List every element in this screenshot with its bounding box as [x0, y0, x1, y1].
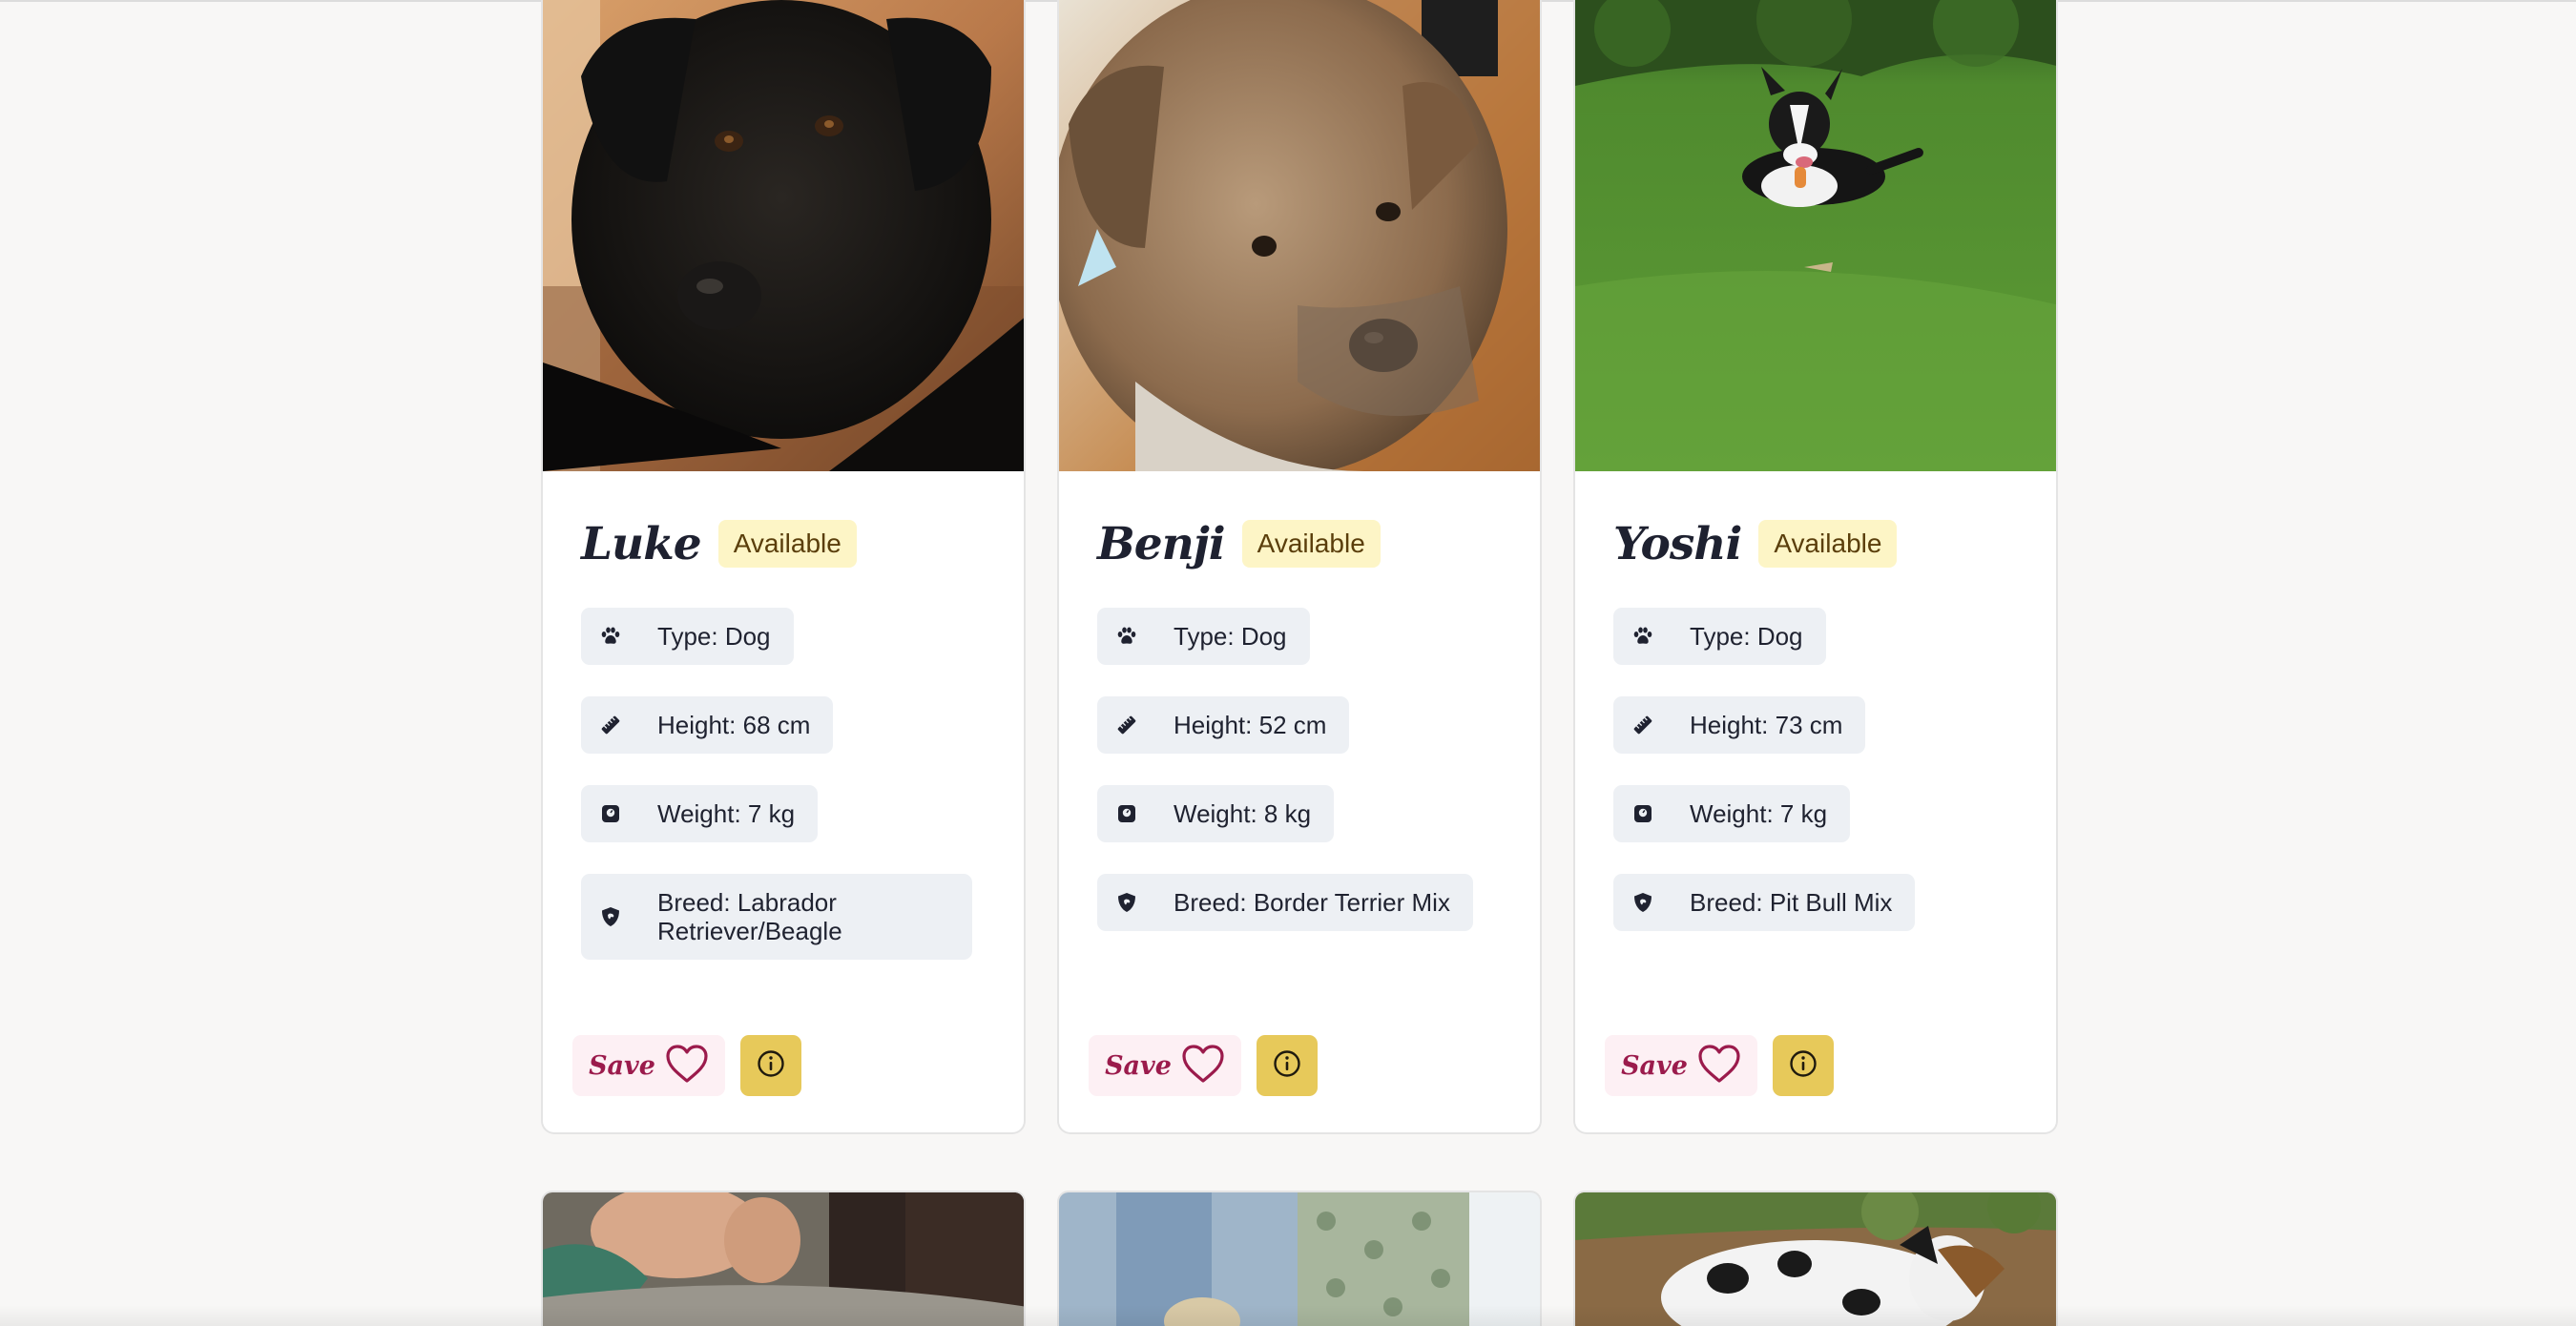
terrier-dog-photo [1059, 0, 1540, 471]
ruler-icon [1112, 711, 1141, 739]
height-text: Height: 73 cm [1690, 711, 1843, 739]
scale-icon [1629, 799, 1657, 828]
status-badge: Available [1241, 520, 1381, 568]
type-text: Type: Dog [657, 622, 771, 651]
info-circle-icon [1789, 1049, 1818, 1082]
weight-chip: Weight: 7 kg [581, 785, 819, 842]
info-button[interactable] [1773, 1035, 1834, 1096]
heart-outline-icon [1697, 1044, 1741, 1088]
info-button[interactable] [740, 1035, 801, 1096]
paw-icon [1112, 622, 1141, 651]
save-button[interactable]: Save [1605, 1035, 1757, 1096]
scale-icon [596, 799, 625, 828]
status-badge: Available [717, 520, 857, 568]
heart-outline-icon [1181, 1044, 1225, 1088]
save-button[interactable]: Save [572, 1035, 725, 1096]
pet-name: Yoshi [1613, 517, 1742, 570]
info-button[interactable] [1257, 1035, 1318, 1096]
type-chip: Type: Dog [1613, 608, 1826, 665]
info-circle-icon [1273, 1049, 1301, 1082]
pet-name-row: Benji Available [1097, 510, 1381, 577]
breed-text: Breed: Border Terrier Mix [1174, 888, 1450, 917]
pet-card: Benji Available Type: Dog Height: 52 cm … [1057, 0, 1542, 1134]
bottom-shadow [0, 1305, 2576, 1326]
breed-text: Breed: Pit Bull Mix [1690, 888, 1893, 917]
save-label: Save [1621, 1050, 1688, 1081]
type-chip: Type: Dog [1097, 608, 1310, 665]
dog-on-grass-photo [1575, 0, 2056, 471]
pet-card: Yoshi Available Type: Dog Height: 73 cm … [1573, 0, 2058, 1134]
ruler-icon [596, 711, 625, 739]
heart-outline-icon [665, 1044, 709, 1088]
pet-name-row: Luke Available [581, 510, 857, 577]
pet-photo[interactable] [1059, 0, 1540, 471]
weight-text: Weight: 8 kg [1174, 799, 1312, 828]
shield-dog-icon [1629, 888, 1657, 917]
shield-dog-icon [1112, 888, 1141, 917]
weight-text: Weight: 7 kg [1690, 799, 1828, 828]
scale-icon [1112, 799, 1141, 828]
height-chip: Height: 52 cm [1097, 696, 1350, 754]
pet-photo[interactable] [1575, 0, 2056, 471]
black-dog-photo [543, 0, 1024, 471]
height-text: Height: 52 cm [1174, 711, 1327, 739]
save-button[interactable]: Save [1089, 1035, 1241, 1096]
save-label: Save [1105, 1050, 1172, 1081]
pet-photo[interactable] [543, 0, 1024, 471]
pet-name: Luke [581, 517, 702, 570]
type-text: Type: Dog [1174, 622, 1287, 651]
shield-dog-icon [596, 902, 625, 931]
info-circle-icon [757, 1049, 785, 1082]
breed-text: Breed: Labrador Retriever/Beagle [657, 888, 842, 945]
status-badge: Available [1758, 520, 1898, 568]
breed-chip: Breed: Pit Bull Mix [1613, 874, 1916, 931]
height-chip: Height: 68 cm [581, 696, 834, 754]
ruler-icon [1629, 711, 1657, 739]
weight-chip: Weight: 8 kg [1097, 785, 1335, 842]
pet-card: Luke Available Type: Dog Height: 68 cm W… [541, 0, 1026, 1134]
pet-name-row: Yoshi Available [1613, 510, 1898, 577]
type-chip: Type: Dog [581, 608, 794, 665]
breed-chip: Breed: Border Terrier Mix [1097, 874, 1473, 931]
type-text: Type: Dog [1690, 622, 1803, 651]
breed-chip: Breed: Labrador Retriever/Beagle [581, 874, 972, 960]
pet-name: Benji [1097, 517, 1226, 570]
paw-icon [596, 622, 625, 651]
paw-icon [1629, 622, 1657, 651]
height-text: Height: 68 cm [657, 711, 811, 739]
weight-text: Weight: 7 kg [657, 799, 796, 828]
weight-chip: Weight: 7 kg [1613, 785, 1851, 842]
save-label: Save [589, 1050, 655, 1081]
height-chip: Height: 73 cm [1613, 696, 1866, 754]
